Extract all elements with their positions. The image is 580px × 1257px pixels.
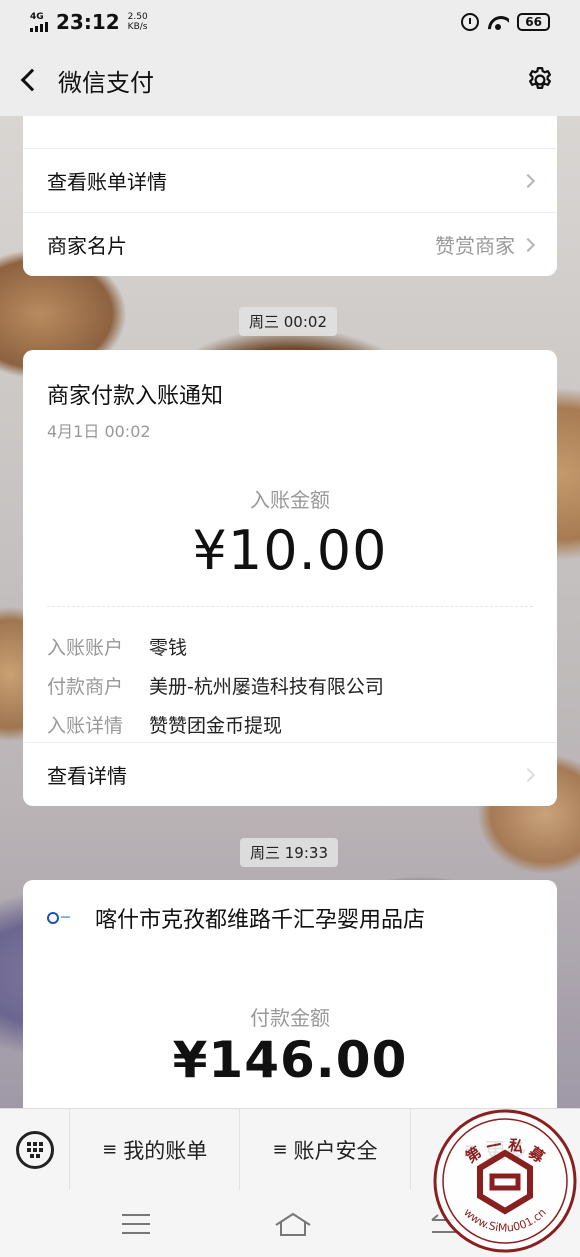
menu-lines-icon: ≡	[272, 1139, 288, 1160]
network-type: 4G	[30, 11, 44, 22]
gear-icon	[529, 67, 551, 89]
back-icon	[20, 68, 44, 92]
keyboard-icon	[15, 1130, 54, 1169]
detail-row: 入账账户 零钱	[23, 627, 557, 666]
timestamp-chip: 周三 19:33	[240, 838, 338, 867]
wifi-icon	[487, 14, 509, 30]
chevron-right-icon	[520, 767, 536, 782]
row-value: 赞赏商家	[435, 234, 515, 258]
amount-label: 入账金额	[250, 488, 330, 512]
battery-level: 66	[525, 15, 542, 29]
timestamp-chip: 周三 00:02	[239, 307, 337, 336]
detail-value: 零钱	[149, 637, 188, 659]
menu-label: 账户安全	[293, 1138, 378, 1163]
status-time: 23:12	[56, 10, 120, 34]
menu-account-security[interactable]: ≡ 账户安全	[240, 1108, 411, 1191]
settings-button[interactable]	[522, 62, 558, 98]
previous-message-card: 查看账单详情 商家名片 赞赏商家	[23, 116, 557, 276]
notice-date: 4月1日 00:02	[47, 422, 151, 441]
notice-title: 商家付款入账通知	[47, 384, 224, 409]
detail-key: 付款商户	[47, 676, 124, 698]
merchant-name: 喀什市克孜都维路千汇孕婴用品店	[95, 908, 426, 933]
signal-icon	[30, 21, 48, 32]
row-label: 查看详情	[47, 764, 127, 788]
detail-row: 付款商户 美册-杭州屡造科技有限公司	[23, 666, 557, 705]
menu-my-bills[interactable]: ≡ 我的账单	[70, 1108, 241, 1191]
payment-notice-card[interactable]: 商家付款入账通知 4月1日 00:02 入账金额 ¥10.00 入账账户 零钱 …	[23, 350, 557, 806]
speed-unit: KB/s	[127, 22, 148, 32]
chevron-right-icon	[520, 173, 536, 188]
bank-logo-icon: ═══	[47, 911, 81, 925]
merchant-card-row[interactable]: 商家名片 赞赏商家	[23, 212, 557, 276]
watermark-seal: 第 一 私 募 www.SiMu001.cn	[432, 1108, 578, 1254]
menu-lines-icon: ≡	[102, 1139, 118, 1160]
recent-apps-button[interactable]	[121, 1213, 150, 1234]
alarm-icon	[461, 13, 480, 31]
home-icon	[275, 1212, 311, 1236]
battery-icon: 66	[517, 13, 550, 31]
row-label: 查看账单详情	[47, 170, 167, 194]
detail-key: 入账账户	[47, 637, 124, 659]
detail-value: 赞赞团金币提现	[149, 715, 283, 737]
status-bar: 4G 23:12 2.50 KB/s 66	[0, 0, 580, 44]
network-speed: 2.50 KB/s	[128, 12, 148, 32]
amount-value: ¥10.00	[192, 519, 388, 582]
detail-value: 美册-杭州屡造科技有限公司	[149, 676, 384, 698]
amount-value: ¥146.00	[172, 1031, 408, 1089]
row-label: 商家名片	[47, 234, 127, 258]
payment-card[interactable]: ═══ 喀什市克孜都维路千汇孕婴用品店 付款金额 ¥146.00	[23, 880, 557, 1112]
page-title: 微信支付	[58, 68, 154, 97]
view-bill-details-row[interactable]: 查看账单详情	[23, 148, 557, 212]
detail-key: 入账详情	[47, 715, 124, 737]
back-button[interactable]	[0, 44, 56, 116]
detail-row: 入账详情 赞赞团金币提现	[23, 705, 557, 744]
view-details-row[interactable]: 查看详情	[23, 742, 557, 806]
home-button[interactable]	[273, 1211, 311, 1237]
keyboard-toggle-button[interactable]	[0, 1108, 70, 1191]
speed-value: 2.50	[127, 12, 148, 22]
amount-label: 付款金额	[250, 1006, 330, 1030]
chevron-right-icon	[520, 237, 536, 252]
menu-label: 我的账单	[123, 1138, 208, 1163]
navigation-bar: 微信支付	[0, 44, 580, 116]
signal-indicator: 4G	[30, 11, 48, 32]
